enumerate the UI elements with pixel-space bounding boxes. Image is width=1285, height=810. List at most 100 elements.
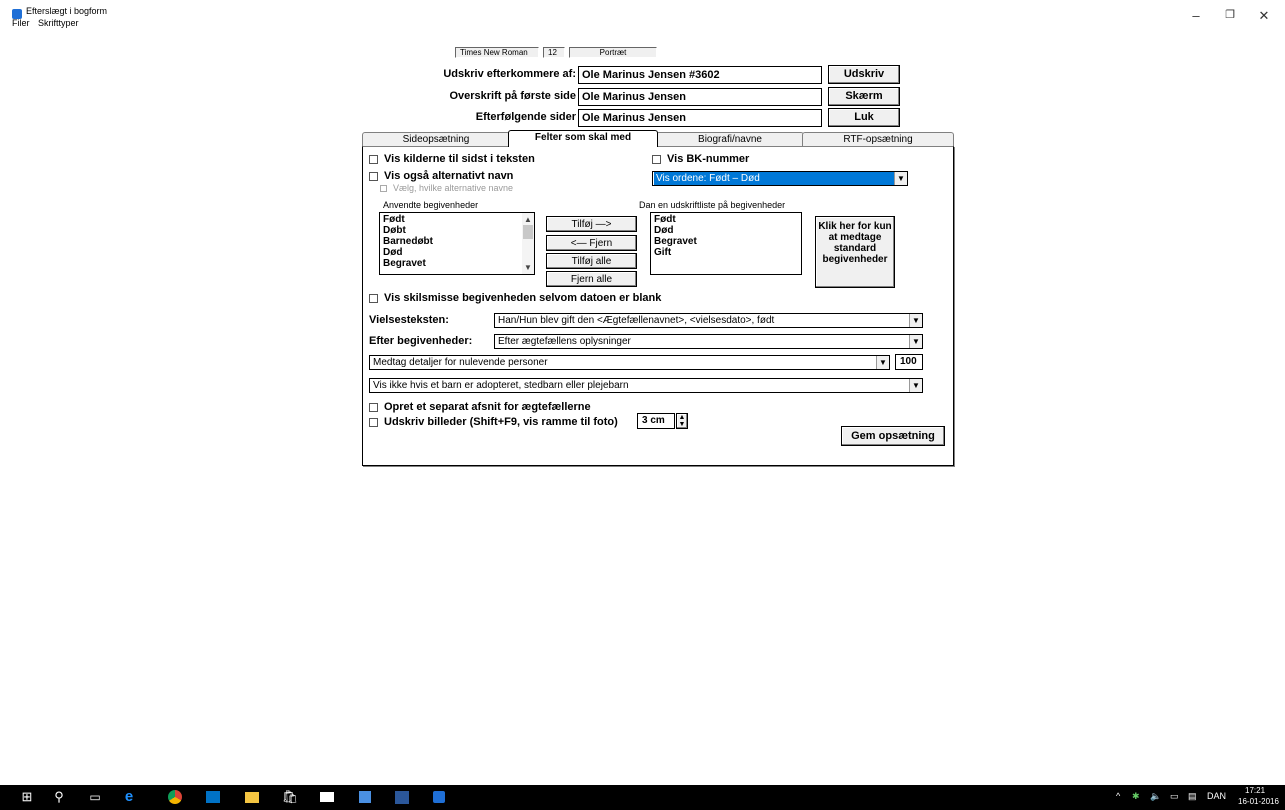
- living-age-field[interactable]: 100: [895, 354, 923, 370]
- windows-start-icon[interactable]: ⊞: [20, 790, 34, 804]
- screen-button[interactable]: Skærm: [828, 87, 900, 106]
- checkbox-box[interactable]: [369, 293, 378, 303]
- close-button[interactable]: Luk: [828, 108, 900, 127]
- adopted-combo[interactable]: Vis ikke hvis et barn er adopteret, sted…: [369, 378, 923, 393]
- print-list[interactable]: Født Død Begravet Gift: [650, 212, 802, 275]
- save-settings-button[interactable]: Gem opsætning: [841, 426, 945, 446]
- list-item[interactable]: Gift: [654, 247, 798, 258]
- add-all-button[interactable]: Tilføj alle: [546, 253, 637, 269]
- first-page-field[interactable]: Ole Marinus Jensen: [578, 88, 822, 106]
- used-events-label: Anvendte begivenheder: [383, 200, 479, 210]
- altname-checkbox[interactable]: Vis også alternativt navn: [369, 170, 513, 182]
- clock-time[interactable]: 17:21: [1245, 786, 1265, 795]
- images-checkbox[interactable]: Udskriv billeder (Shift+F9, vis ramme ti…: [369, 416, 618, 428]
- divorce-label: Vis skilsmisse begivenheden selvom datoe…: [384, 292, 662, 304]
- marriage-text-value: Han/Hun blev gift den <Ægtefællenavnet>,…: [498, 315, 775, 326]
- list-item[interactable]: Døbt: [383, 225, 531, 236]
- scroll-up-icon[interactable]: ▲: [522, 214, 534, 225]
- sources-checkbox[interactable]: Vis kilderne til sidst i teksten: [369, 153, 535, 165]
- font-size[interactable]: 12: [543, 47, 565, 58]
- list-item[interactable]: Begravet: [654, 236, 798, 247]
- remove-event-button[interactable]: <— Fjern: [546, 235, 637, 251]
- print-button[interactable]: Udskriv: [828, 65, 900, 84]
- marriage-text-combo[interactable]: Han/Hun blev gift den <Ægtefællenavnet>,…: [494, 313, 923, 328]
- tab-page-setup[interactable]: Sideopsætning: [362, 132, 510, 146]
- media-icon[interactable]: [358, 790, 372, 804]
- bk-number-checkbox[interactable]: Vis BK-nummer: [652, 153, 749, 165]
- checkbox-box[interactable]: [369, 402, 378, 412]
- clock-date[interactable]: 16-01-2016: [1238, 797, 1279, 806]
- word-icon[interactable]: [395, 790, 409, 804]
- remove-all-button[interactable]: Fjern alle: [546, 271, 637, 287]
- page-orientation[interactable]: Portræt: [569, 47, 657, 58]
- edge-browser-icon[interactable]: e: [122, 789, 136, 804]
- bk-number-label: Vis BK-nummer: [667, 153, 750, 165]
- list-item[interactable]: Død: [654, 225, 798, 236]
- list-item[interactable]: Barnedøbt: [383, 236, 531, 247]
- dropdown-arrow-icon[interactable]: ▼: [909, 314, 922, 327]
- used-events-list[interactable]: Født Døbt Barnedøbt Død Begravet ▲ ▼: [379, 212, 535, 275]
- dropdown-arrow-icon[interactable]: ▼: [909, 335, 922, 348]
- menu-filer[interactable]: Filer: [12, 18, 30, 28]
- order-combo-value: Vis ordene: Født – Død: [654, 172, 894, 185]
- descendants-label: Udskriv efterkommere af:: [443, 68, 576, 80]
- network-icon[interactable]: ✱: [1132, 791, 1140, 802]
- menu-skrifttyper[interactable]: Skrifttyper: [38, 18, 79, 28]
- font-name[interactable]: Times New Roman: [455, 47, 539, 58]
- outlook-icon[interactable]: [206, 790, 220, 804]
- dropdown-arrow-icon[interactable]: ▼: [876, 356, 889, 369]
- standard-events-button[interactable]: Klik her for kun at medtage standard beg…: [815, 216, 895, 288]
- marriage-text-label: Vielsesteksten:: [369, 314, 449, 326]
- search-icon[interactable]: ⚲: [52, 790, 66, 804]
- living-persons-combo[interactable]: Medtag detaljer for nulevende personer ▼: [369, 355, 890, 370]
- tray-chevron-icon[interactable]: ^: [1116, 791, 1120, 801]
- store-icon[interactable]: 🛍: [282, 790, 299, 804]
- volume-icon[interactable]: 🔈: [1150, 791, 1161, 802]
- efterslaegt-app-icon[interactable]: [432, 790, 446, 804]
- tab-rtf[interactable]: RTF-opsætning: [802, 132, 954, 146]
- close-window-button[interactable]: ✕: [1254, 8, 1274, 24]
- after-events-label: Efter begivenheder:: [369, 335, 473, 347]
- after-events-combo[interactable]: Efter ægtefællens oplysninger ▼: [494, 334, 923, 349]
- first-page-label: Overskrift på første side: [449, 90, 576, 102]
- chrome-icon[interactable]: [168, 790, 182, 804]
- dropdown-arrow-icon[interactable]: ▼: [909, 379, 922, 392]
- font-status-bar: Times New Roman 12 Portræt: [455, 47, 661, 58]
- scroll-thumb[interactable]: [523, 225, 533, 239]
- file-explorer-icon[interactable]: [245, 790, 259, 804]
- print-list-label: Dan en udskriftliste på begivenheder: [639, 200, 786, 210]
- add-event-button[interactable]: Tilføj —>: [546, 216, 637, 232]
- list-item[interactable]: Født: [383, 214, 531, 225]
- language-indicator[interactable]: DAN: [1207, 791, 1226, 801]
- checkbox-box[interactable]: [369, 417, 378, 427]
- after-events-value: Efter ægtefællens oplysninger: [498, 336, 631, 347]
- checkbox-box: [380, 184, 387, 192]
- tab-biography[interactable]: Biografi/navne: [656, 132, 804, 146]
- display-icon[interactable]: ▭: [1170, 791, 1179, 802]
- checkbox-box[interactable]: [369, 154, 378, 164]
- notifications-icon[interactable]: ▤: [1188, 791, 1197, 802]
- list-item[interactable]: Født: [654, 214, 798, 225]
- altname-label: Vis også alternativt navn: [384, 170, 514, 182]
- sources-label: Vis kilderne til sidst i teksten: [384, 153, 535, 165]
- list-item[interactable]: Død: [383, 247, 531, 258]
- restore-button[interactable]: ❐: [1220, 8, 1240, 21]
- list-item[interactable]: Begravet: [383, 258, 531, 269]
- separate-section-checkbox[interactable]: Opret et separat afsnit for ægtefællerne: [369, 401, 591, 413]
- following-pages-field[interactable]: Ole Marinus Jensen: [578, 109, 822, 127]
- living-persons-value: Medtag detaljer for nulevende personer: [373, 357, 548, 368]
- image-size-field[interactable]: 3 cm: [637, 413, 675, 429]
- task-view-icon[interactable]: ▭: [88, 790, 102, 804]
- mail-icon[interactable]: [320, 790, 334, 804]
- descendants-field[interactable]: Ole Marinus Jensen #3602: [578, 66, 822, 84]
- tab-fields[interactable]: Felter som skal med: [508, 130, 658, 147]
- minimize-button[interactable]: –: [1186, 8, 1206, 23]
- dropdown-arrow-icon[interactable]: ▼: [894, 172, 907, 185]
- checkbox-box[interactable]: [652, 154, 661, 164]
- list-scrollbar[interactable]: ▲ ▼: [522, 213, 534, 274]
- divorce-checkbox[interactable]: Vis skilsmisse begivenheden selvom datoe…: [369, 292, 661, 304]
- image-size-spinner[interactable]: ▲ ▼: [676, 413, 688, 429]
- order-combo[interactable]: Vis ordene: Født – Død ▼: [652, 171, 908, 186]
- scroll-down-icon[interactable]: ▼: [522, 262, 534, 273]
- checkbox-box[interactable]: [369, 171, 378, 181]
